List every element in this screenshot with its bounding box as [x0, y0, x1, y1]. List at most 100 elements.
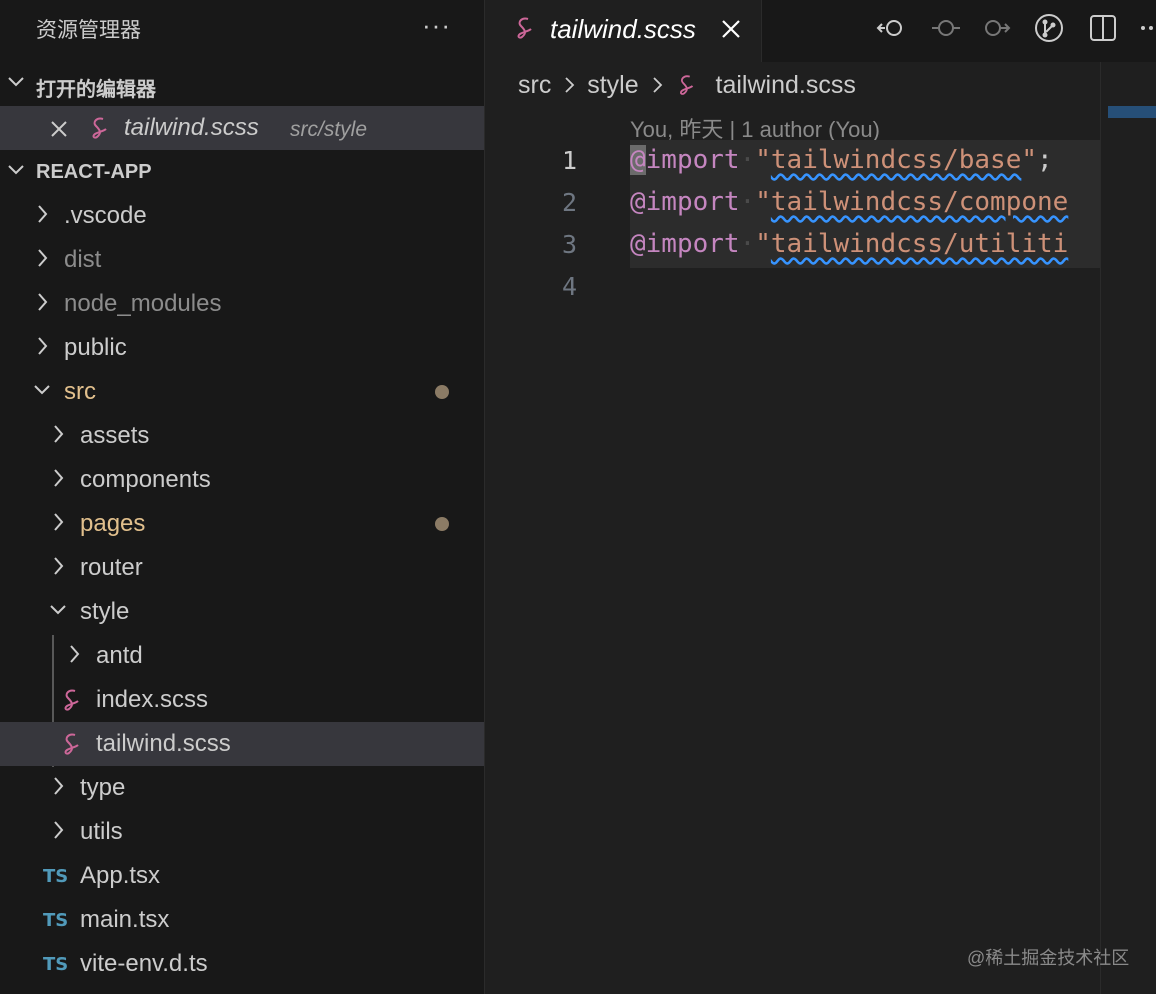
more-actions-icon[interactable] [1135, 12, 1156, 44]
modified-indicator [435, 517, 449, 531]
tree-item-components[interactable]: components [0, 458, 484, 502]
chevron-right-icon [32, 244, 52, 272]
tree-item-label: index.scss [96, 686, 209, 713]
chevron-down-icon [48, 596, 68, 624]
tree-item-tailwind-scss[interactable]: tailwind.scss [0, 722, 484, 766]
tree-item-label: antd [96, 642, 143, 669]
line-number: 2 [561, 188, 577, 217]
tree-item-label: utils [80, 818, 123, 845]
code-line[interactable]: 1 @import·"tailwindcss/base"; [485, 140, 1100, 182]
typescript-file-icon: TS [43, 866, 69, 887]
chevron-down-icon [6, 68, 26, 96]
tree-item-label: router [80, 554, 143, 581]
tree-item-label: main.tsx [80, 906, 170, 933]
modified-indicator [435, 385, 449, 399]
breadcrumb-item-style[interactable]: style [587, 71, 638, 100]
tree-item-label: node_modules [64, 290, 222, 317]
chevron-right-icon [32, 200, 52, 228]
tree-item-dist[interactable]: dist [0, 238, 484, 282]
tree-item-label: pages [80, 510, 146, 537]
chevron-right-icon [646, 72, 668, 98]
breadcrumb-item-src[interactable]: src [518, 71, 551, 100]
code-text: @import·"tailwindcss/utiliti [630, 229, 1069, 259]
line-number: 4 [561, 272, 577, 301]
close-icon[interactable] [48, 114, 72, 142]
explorer-header: 资源管理器 ··· [0, 0, 484, 56]
open-editor-name: tailwind.scss [124, 114, 259, 141]
code-text: @import·"tailwindcss/compone [630, 187, 1069, 217]
tree-item-label: assets [80, 422, 150, 449]
project-section-header[interactable]: REACT-APP [0, 150, 484, 194]
tree-item-assets[interactable]: assets [0, 414, 484, 458]
tree-item-label: vite-env.d.ts [80, 950, 208, 977]
open-editors-section-header[interactable]: 打开的编辑器 [0, 62, 484, 106]
code-line[interactable]: 4 [485, 266, 1100, 308]
tree-item-app-tsx[interactable]: TS App.tsx [0, 854, 484, 898]
project-label: REACT-APP [36, 161, 152, 183]
tree-item-router[interactable]: router [0, 546, 484, 590]
split-editor-icon[interactable] [1087, 12, 1119, 44]
explorer-title: 资源管理器 [36, 19, 141, 42]
tree-item-src[interactable]: src [0, 370, 484, 414]
tree-item-label: App.tsx [80, 862, 161, 889]
chevron-right-icon [32, 288, 52, 316]
open-editor-path: src/style [290, 118, 368, 141]
open-editor-item[interactable]: tailwind.scss src/style [0, 106, 484, 150]
typescript-file-icon: TS [43, 954, 69, 975]
typescript-file-icon: TS [43, 910, 69, 931]
code-line[interactable]: 2 @import·"tailwindcss/compone [485, 182, 1100, 224]
source-control-icon[interactable] [1033, 12, 1065, 44]
tree-item-label: components [80, 466, 211, 493]
minimap-viewport[interactable] [1108, 106, 1156, 118]
tree-item-type[interactable]: type [0, 766, 484, 810]
tree-item-vite-env-d-ts[interactable]: TS vite-env.d.ts [0, 942, 484, 986]
sass-file-icon [60, 730, 82, 758]
chevron-right-icon [558, 72, 580, 98]
tab-label: tailwind.scss [550, 14, 696, 44]
chevron-right-icon [48, 420, 68, 448]
breadcrumb-item-file[interactable]: tailwind.scss [716, 71, 856, 100]
sass-file-icon [60, 686, 82, 714]
sass-file-icon [675, 72, 709, 98]
chevron-right-icon [64, 640, 84, 668]
go-back-icon[interactable] [875, 12, 907, 44]
chevron-right-icon [48, 508, 68, 536]
breadcrumb: src style tailwind.scss [518, 70, 856, 100]
tree-item-label: style [80, 598, 130, 625]
tab-tailwind-scss[interactable]: tailwind.scss [485, 0, 762, 62]
chevron-right-icon [48, 816, 68, 844]
tree-item-pages[interactable]: pages [0, 502, 484, 546]
code-editor[interactable]: 1 @import·"tailwindcss/base"; 2 @import·"ta… [485, 140, 1100, 340]
go-forward-icon[interactable] [981, 12, 1013, 44]
sass-file-icon [88, 114, 110, 142]
timeline-icon[interactable] [930, 12, 962, 44]
tree-item-label: .vscode [64, 202, 147, 229]
tree-item-node-modules[interactable]: node_modules [0, 282, 484, 326]
watermark: @稀土掘金技术社区 [967, 948, 1130, 968]
tree-item-antd[interactable]: antd [0, 634, 484, 678]
more-actions-icon[interactable]: ··· [422, 10, 451, 41]
tree-item-label: src [64, 378, 96, 405]
line-number: 1 [561, 146, 577, 175]
explorer-sidebar: 资源管理器 ··· 打开的编辑器 tailwind.scss src/style… [0, 0, 485, 994]
tree-item-label: tailwind.scss [96, 730, 231, 757]
close-icon[interactable] [719, 14, 743, 42]
chevron-right-icon [48, 772, 68, 800]
code-line[interactable]: 3 @import·"tailwindcss/utiliti [485, 224, 1100, 266]
chevron-right-icon [32, 332, 52, 360]
tree-item-label: dist [64, 246, 102, 273]
line-number: 3 [561, 230, 577, 259]
minimap-divider [1100, 62, 1101, 994]
editor-area: tailwind.scss src style tailwind.scss Yo… [485, 0, 1156, 994]
chevron-right-icon [48, 464, 68, 492]
tree-item-index-scss[interactable]: index.scss [0, 678, 484, 722]
tree-item-main-tsx[interactable]: TS main.tsx [0, 898, 484, 942]
tree-item-style[interactable]: style [0, 590, 484, 634]
tree-item-utils[interactable]: utils [0, 810, 484, 854]
code-text: @import·"tailwindcss/base"; [630, 145, 1053, 175]
tree-item-label: public [64, 334, 127, 361]
sass-file-icon [513, 14, 535, 42]
tree-item-public[interactable]: public [0, 326, 484, 370]
chevron-down-icon [6, 156, 26, 184]
tree-item--vscode[interactable]: .vscode [0, 194, 484, 238]
